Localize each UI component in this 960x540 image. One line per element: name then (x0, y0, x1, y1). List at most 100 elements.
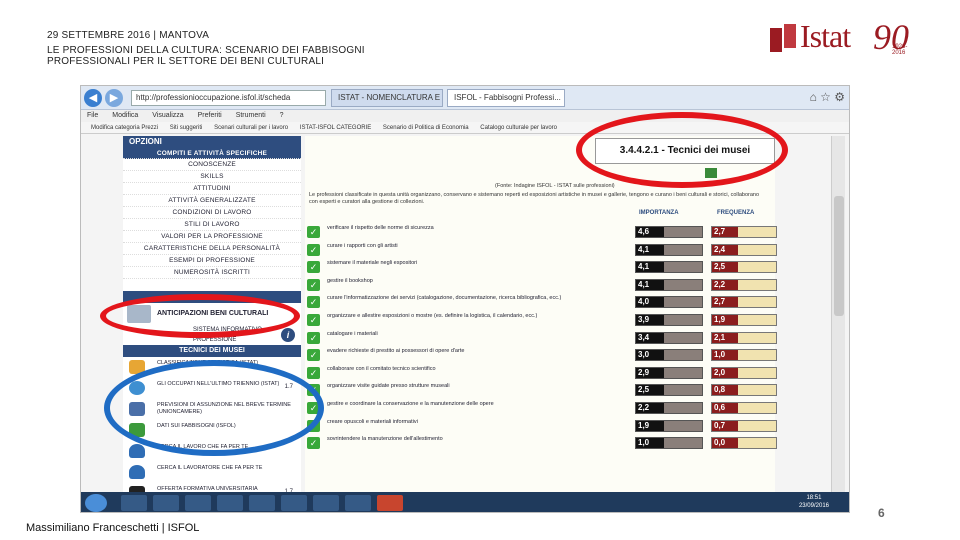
start-button-icon[interactable] (85, 494, 107, 512)
importance-bar: 4,1 (635, 243, 703, 256)
taskbar-clock: 18:51 23/09/2016 (799, 494, 829, 510)
option-esempi[interactable]: ESEMPI DI PROFESSIONE (123, 255, 301, 267)
back-icon[interactable]: ◀ (84, 89, 102, 107)
activity-row: ✓ catalogare i materiali 3,4 2,1 (305, 330, 777, 346)
activity-label: sovrintendere la manutenzione dell'alles… (327, 436, 443, 443)
column-importanza: IMPORTANZA (639, 210, 679, 216)
option-stili[interactable]: STILI DI LAVORO (123, 219, 301, 231)
forward-icon[interactable]: ▶ (105, 89, 123, 107)
importance-bar: 2,9 (635, 366, 703, 379)
profession-description: Le professioni classificate in questa un… (309, 192, 760, 205)
istat-logo: Istat 90 1926-2016 (770, 17, 920, 66)
checkmark-icon: ✓ (307, 349, 320, 362)
link-label: CERCA IL LAVORATORE CHE FA PER TE (157, 465, 263, 471)
importance-value: 3,9 (636, 315, 664, 325)
frequency-value: 0,7 (712, 420, 738, 431)
frequency-bar: 2,2 (711, 278, 777, 291)
option-skills[interactable]: SKILLS (123, 171, 301, 183)
frequency-value: 2,7 (712, 227, 738, 237)
importance-value: 4,1 (636, 279, 664, 290)
favorite-item[interactable]: Catalogo culturale per lavoro (480, 125, 557, 131)
importance-bar: 4,0 (635, 296, 703, 309)
taskbar-app-icon[interactable] (249, 495, 275, 511)
checkmark-icon: ✓ (307, 243, 320, 256)
option-numerosita[interactable]: NUMEROSITÀ ISCRITTI (123, 267, 301, 279)
frequency-value: 2,1 (712, 332, 738, 343)
importance-bar: 2,2 (635, 402, 703, 414)
taskbar-app-icon[interactable] (313, 495, 339, 511)
favorite-item[interactable]: ISTAT-ISFOL CATEGORIE (300, 125, 371, 131)
menu-help[interactable]: ? (280, 112, 284, 119)
frequency-value: 1,9 (712, 315, 738, 325)
importance-value: 4,1 (636, 262, 664, 273)
red-highlight-ellipse-title (576, 112, 788, 188)
taskbar-powerpoint-icon[interactable] (377, 495, 403, 511)
option-personalita[interactable]: CARATTERISTICHE DELLA PERSONALITÀ (123, 243, 301, 255)
option-attivita[interactable]: ATTIVITÀ GENERALIZZATE (123, 195, 301, 207)
taskbar-app-icon[interactable] (153, 495, 179, 511)
menu-strumenti[interactable]: Strumenti (236, 112, 266, 119)
frequency-value: 0,0 (712, 438, 738, 449)
option-conoscenze[interactable]: CONOSCENZE (123, 159, 301, 171)
activity-row: ✓ creare opuscoli e materiali informativi… (305, 418, 777, 434)
browser-tab-istat[interactable]: ISTAT - NOMENCLATURA E C... (331, 89, 443, 107)
option-attitudini[interactable]: ATTITUDINI (123, 183, 301, 195)
frequency-bar: 0,6 (711, 402, 777, 414)
frequency-bar: 0,8 (711, 384, 777, 397)
frequency-bar: 2,0 (711, 366, 777, 379)
option-valori[interactable]: VALORI PER LA PROFESSIONE (123, 231, 301, 243)
frequency-bar: 2,5 (711, 261, 777, 274)
menu-visualizza[interactable]: Visualizza (152, 112, 183, 119)
browser-toolbar: ◀ ▶ http://professionioccupazione.isfol.… (81, 86, 849, 110)
importance-value: 1,9 (636, 420, 664, 431)
activity-row: ✓ sovrintendere la manutenzione dell'alle… (305, 435, 777, 451)
frequency-value: 2,0 (712, 367, 738, 378)
scrollbar-thumb[interactable] (834, 196, 844, 316)
favorite-item[interactable]: Scenario di Politica di Economia (383, 125, 469, 131)
checkmark-icon: ✓ (307, 296, 320, 309)
activity-label: verificare il rispetto delle norme di si… (327, 225, 434, 231)
taskbar-app-icon[interactable] (281, 495, 307, 511)
taskbar-app-icon[interactable] (217, 495, 243, 511)
option-condizioni[interactable]: CONDIZIONI DI LAVORO (123, 207, 301, 219)
options-title: OPZIONI (123, 136, 301, 148)
window-icons[interactable]: ⌂ ☆ ⚙ (810, 90, 845, 104)
activity-row: ✓ evadere richieste di prestito ai posses… (305, 347, 777, 363)
checkmark-icon: ✓ (307, 314, 320, 326)
slide-title-line1: LE PROFESSIONI DELLA CULTURA: SCENARIO D… (47, 45, 365, 56)
activity-label: organizzare visite guidate presso strutt… (327, 383, 450, 390)
link-cerca-lavoratore[interactable]: CERCA IL LAVORATORE CHE FA PER TE (123, 462, 301, 483)
taskbar-app-icon[interactable] (121, 495, 147, 511)
clock-time: 18:51 (806, 495, 822, 501)
activity-label: curare i rapporti con gli artisti (327, 242, 398, 249)
importance-bar: 4,1 (635, 261, 703, 274)
menu-modifica[interactable]: Modifica (112, 112, 138, 119)
info-icon[interactable]: i (281, 328, 295, 342)
favorite-item[interactable]: Modifica categoria Prezzi (91, 125, 158, 131)
favorite-item[interactable]: Scenari culturali per i lavoro (214, 125, 288, 131)
frequency-value: 2,5 (712, 262, 738, 273)
address-bar[interactable]: http://professionioccupazione.isfol.it/s… (131, 90, 326, 106)
frequency-value: 1,0 (712, 350, 738, 361)
activity-label: organizzare e allestire esposizioni o mo… (327, 313, 538, 319)
option-compiti[interactable]: COMPITI E ATTIVITÀ SPECIFICHE (123, 148, 301, 159)
importance-bar: 3,9 (635, 314, 703, 326)
menu-file[interactable]: File (87, 112, 98, 119)
favorite-item[interactable]: Siti suggeriti (170, 125, 203, 131)
blue-highlight-ellipse-links (104, 360, 324, 456)
taskbar-app-icon[interactable] (345, 495, 371, 511)
frequency-value: 0,6 (712, 403, 738, 413)
importance-value: 2,9 (636, 367, 664, 378)
scrollbar[interactable] (831, 136, 845, 506)
person-icon (129, 465, 145, 479)
importance-value: 3,0 (636, 350, 664, 361)
browser-tab-isfol[interactable]: ISFOL - Fabbisogni Professi... (447, 89, 565, 107)
taskbar-app-icon[interactable] (185, 495, 211, 511)
activity-label: catalogare i materiali (327, 330, 378, 337)
frequency-value: 2,7 (712, 297, 738, 308)
importance-bar: 4,6 (635, 226, 703, 238)
importance-value: 2,2 (636, 403, 664, 413)
activity-label: curare l'informatizzazione dei servizi (… (327, 295, 562, 302)
menu-preferiti[interactable]: Preferiti (198, 112, 222, 119)
istat-logo-word: Istat (800, 18, 851, 54)
